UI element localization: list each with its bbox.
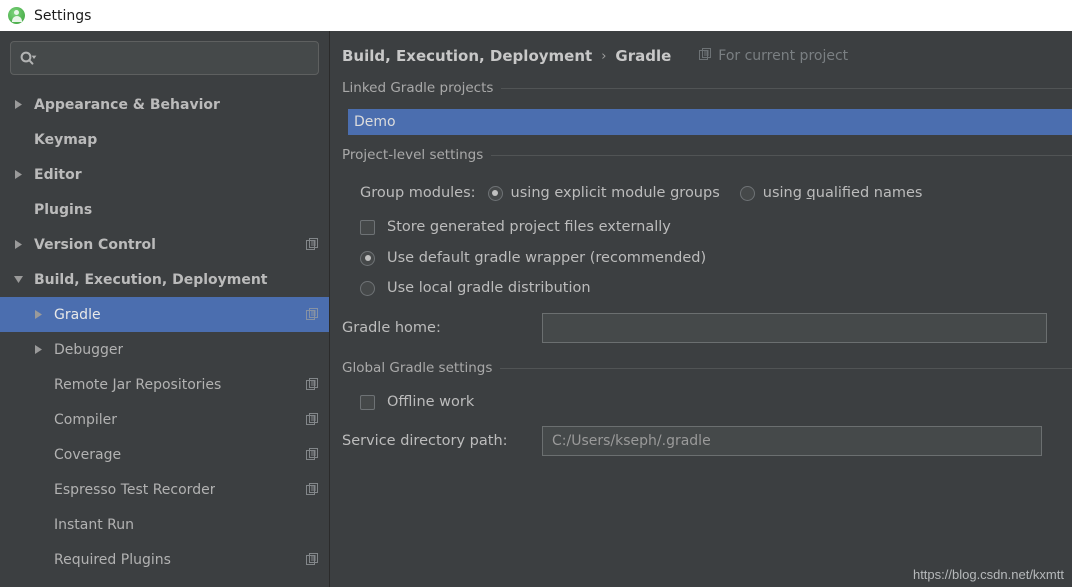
- sidebar-item-label: Espresso Test Recorder: [54, 481, 216, 498]
- service-directory-input[interactable]: C:/Users/kseph/.gradle: [542, 426, 1042, 456]
- android-studio-icon: [8, 7, 25, 24]
- sidebar-item-label: Debugger: [54, 341, 124, 358]
- sidebar-item-label: Coverage: [54, 446, 122, 463]
- chevron-right-icon[interactable]: [10, 99, 26, 110]
- sidebar-item-required-plugins[interactable]: Required Plugins: [0, 542, 329, 577]
- sidebar-item-label: Version Control: [34, 236, 156, 253]
- gradle-home-input[interactable]: [542, 313, 1047, 343]
- use-local-distribution-row: Use local gradle distribution: [330, 280, 1072, 296]
- sidebar-item-compiler[interactable]: Compiler: [0, 402, 329, 437]
- checkbox-label-store-generated-files[interactable]: Store generated project files externally: [387, 219, 671, 235]
- breadcrumb-parent[interactable]: Build, Execution, Deployment: [342, 47, 592, 65]
- section-linked-gradle-projects: Linked Gradle projects: [330, 80, 1072, 96]
- window-title: Settings: [34, 7, 92, 24]
- breadcrumb: Build, Execution, Deployment › Gradle Fo…: [330, 31, 1072, 65]
- for-current-project-label: For current project: [718, 48, 849, 64]
- checkbox-offline-work[interactable]: [360, 394, 375, 410]
- chevron-down-icon[interactable]: [10, 275, 26, 284]
- search-box[interactable]: [10, 41, 319, 75]
- radio-label-qualified-names[interactable]: using qualified names: [763, 185, 923, 201]
- chevron-right-icon[interactable]: [10, 239, 26, 250]
- sidebar-item-label: Editor: [34, 166, 82, 183]
- offline-work-row: Offline work: [330, 394, 1072, 410]
- module-copy-icon: [306, 238, 319, 251]
- sidebar-item-label: Compiler: [54, 411, 118, 428]
- chevron-right-icon[interactable]: [10, 169, 26, 180]
- sidebar-search-wrap: [0, 31, 329, 75]
- linked-projects-list[interactable]: Demo: [348, 109, 1072, 135]
- use-default-wrapper-row: Use default gradle wrapper (recommended): [330, 250, 1072, 266]
- linked-project-label: Demo: [354, 114, 396, 130]
- sidebar-item-label: Required Plugins: [54, 551, 171, 568]
- section-title-project-level: Project-level settings: [342, 147, 484, 163]
- radio-using-qualified-names[interactable]: [739, 185, 755, 201]
- chevron-right-icon[interactable]: [30, 309, 46, 320]
- breadcrumb-separator-icon: ›: [601, 48, 607, 64]
- search-input[interactable]: [43, 49, 310, 67]
- sidebar-item-editor[interactable]: Editor: [0, 157, 329, 192]
- sidebar-item-build-execution-deployment[interactable]: Build, Execution, Deployment: [0, 262, 329, 297]
- settings-sidebar: Appearance & Behavior Keymap Editor Plugins…: [0, 31, 330, 587]
- watermark: https://blog.csdn.net/kxmtt: [912, 567, 1064, 582]
- gradle-home-label: Gradle home:: [342, 320, 441, 336]
- section-divider: [500, 367, 1072, 369]
- service-directory-value: C:/Users/kseph/.gradle: [552, 433, 711, 449]
- radio-label-use-local-gradle-distribution[interactable]: Use local gradle distribution: [387, 280, 591, 296]
- sidebar-item-keymap[interactable]: Keymap: [0, 122, 329, 157]
- group-modules-row: Group modules: using explicit module gro…: [330, 185, 1072, 201]
- section-title-linked-projects: Linked Gradle projects: [342, 80, 494, 96]
- section-divider: [491, 154, 1072, 156]
- sidebar-item-label: Appearance & Behavior: [34, 96, 220, 113]
- radio-label-use-default-gradle-wrapper[interactable]: Use default gradle wrapper (recommended): [387, 250, 706, 266]
- service-directory-label: Service directory path:: [342, 433, 508, 449]
- sidebar-item-version-control[interactable]: Version Control: [0, 227, 329, 262]
- breadcrumb-current: Gradle: [615, 47, 672, 65]
- sidebar-item-espresso-test-recorder[interactable]: Espresso Test Recorder: [0, 472, 329, 507]
- module-copy-icon: [306, 413, 319, 426]
- settings-main-panel: Build, Execution, Deployment › Gradle Fo…: [330, 31, 1072, 587]
- radio-use-default-gradle-wrapper[interactable]: [360, 250, 375, 266]
- sidebar-item-label: Plugins: [34, 201, 93, 218]
- checkbox-store-generated-files[interactable]: [360, 219, 375, 235]
- section-global-gradle-settings: Global Gradle settings: [330, 360, 1072, 376]
- radio-use-local-gradle-distribution[interactable]: [360, 280, 375, 296]
- sidebar-item-gradle[interactable]: Gradle: [0, 297, 329, 332]
- sidebar-item-debugger[interactable]: Debugger: [0, 332, 329, 367]
- settings-dialog-body: Appearance & Behavior Keymap Editor Plugins…: [0, 31, 1072, 587]
- radio-using-explicit-module-groups[interactable]: [487, 185, 503, 201]
- list-item[interactable]: Demo: [348, 109, 1072, 135]
- chevron-right-icon[interactable]: [30, 344, 46, 355]
- sidebar-item-remote-jar-repositories[interactable]: Remote Jar Repositories: [0, 367, 329, 402]
- module-copy-icon: [306, 483, 319, 496]
- sidebar-item-label: Remote Jar Repositories: [54, 376, 222, 393]
- window-titlebar: Settings: [0, 0, 1072, 31]
- sidebar-item-label: Gradle: [54, 306, 101, 323]
- radio-label-explicit-module-groups[interactable]: using explicit module groups: [511, 185, 720, 201]
- search-icon: [19, 50, 37, 66]
- group-modules-label: Group modules:: [360, 185, 476, 201]
- sidebar-item-appearance-behavior[interactable]: Appearance & Behavior: [0, 87, 329, 122]
- store-generated-files-row: Store generated project files externally: [330, 219, 1072, 235]
- section-title-global-settings: Global Gradle settings: [342, 360, 493, 376]
- for-current-project-badge: For current project: [699, 47, 849, 65]
- module-copy-icon: [306, 308, 319, 321]
- sidebar-item-label: Keymap: [34, 131, 98, 148]
- sidebar-item-plugins[interactable]: Plugins: [0, 192, 329, 227]
- section-project-level-settings: Project-level settings: [330, 147, 1072, 163]
- section-divider: [501, 87, 1072, 89]
- module-copy-icon: [306, 378, 319, 391]
- sidebar-item-label: Instant Run: [54, 516, 135, 533]
- service-directory-row: Service directory path: C:/Users/kseph/.…: [330, 426, 1072, 456]
- module-copy-icon: [306, 448, 319, 461]
- sidebar-item-instant-run[interactable]: Instant Run: [0, 507, 329, 542]
- gradle-home-row: Gradle home:: [330, 313, 1072, 343]
- module-copy-icon: [306, 553, 319, 566]
- sidebar-item-coverage[interactable]: Coverage: [0, 437, 329, 472]
- sidebar-item-label: Build, Execution, Deployment: [34, 271, 268, 288]
- checkbox-label-offline-work[interactable]: Offline work: [387, 394, 474, 410]
- module-copy-icon: [699, 47, 712, 65]
- settings-tree: Appearance & Behavior Keymap Editor Plugins…: [0, 87, 329, 577]
